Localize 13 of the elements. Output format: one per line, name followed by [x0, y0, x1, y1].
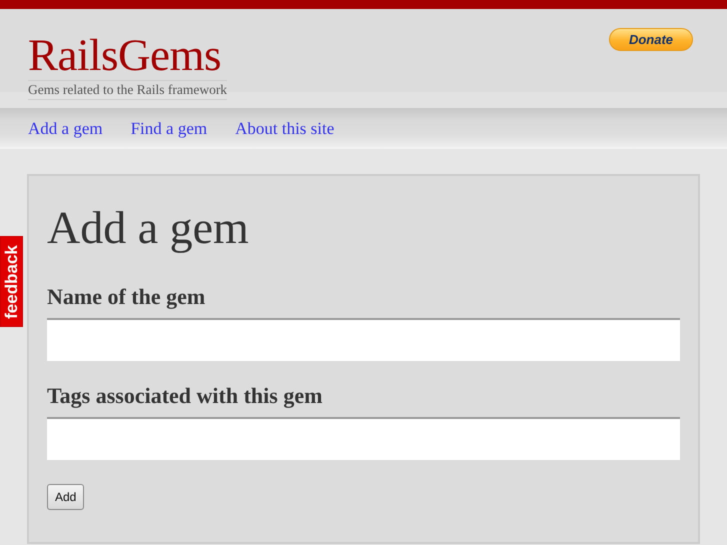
feedback-tab[interactable]: feedback: [0, 236, 23, 327]
donate-button[interactable]: Donate: [609, 28, 693, 51]
page-title: Add a gem: [47, 201, 250, 255]
nav-link[interactable]: About this site: [235, 116, 334, 138]
field-label: Tags associated with this gem: [47, 383, 324, 409]
field-label: Name of the gem: [47, 284, 206, 310]
nav-link[interactable]: Find a gem: [130, 116, 208, 138]
input-field[interactable]: [47, 318, 680, 361]
nav-link[interactable]: Add a gem: [28, 116, 103, 138]
add-button[interactable]: Add: [47, 484, 84, 510]
site-logo[interactable]: RailsGems: [28, 31, 221, 79]
input-field[interactable]: [47, 417, 680, 460]
tagline: Gems related to the Rails framework: [28, 80, 228, 100]
